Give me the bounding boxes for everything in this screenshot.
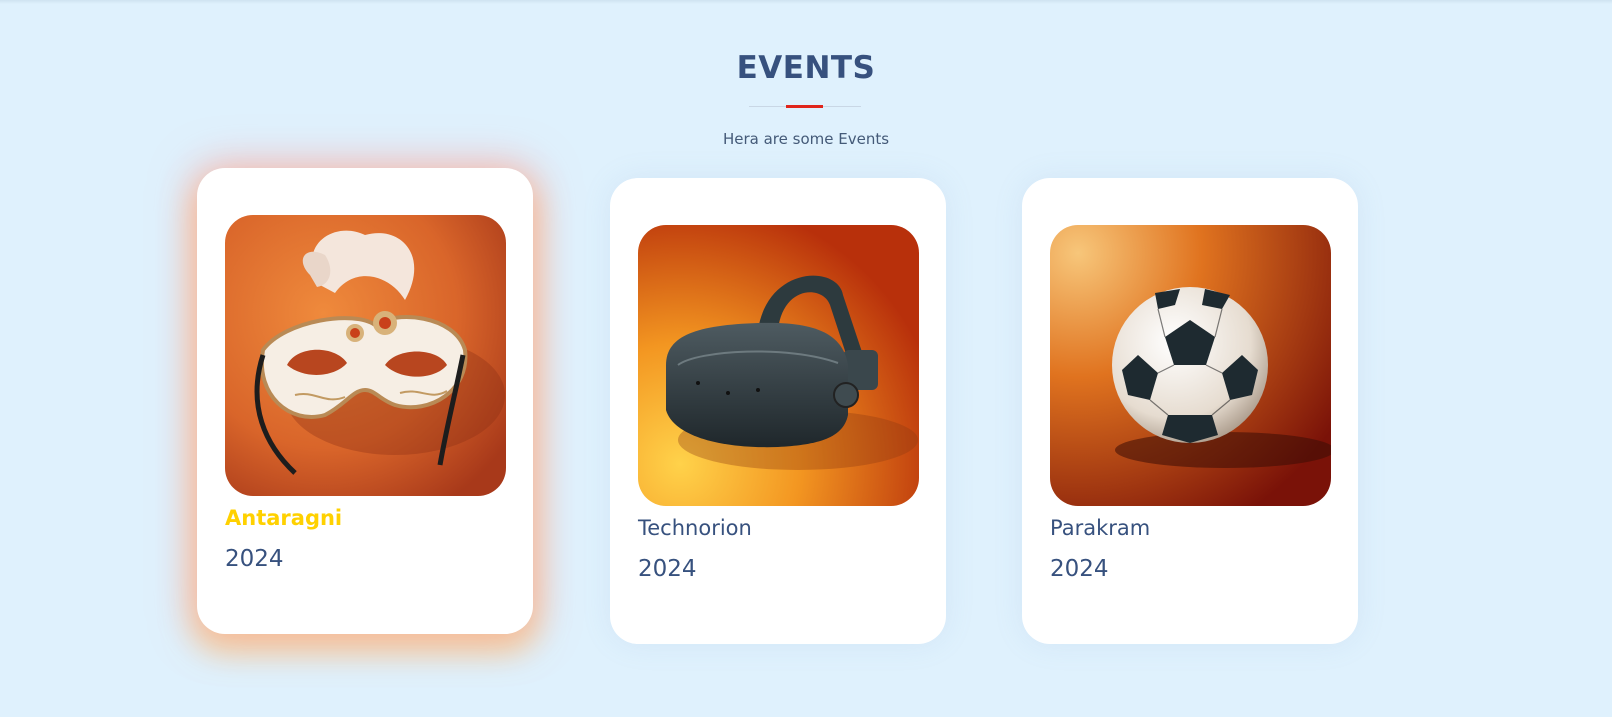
event-name[interactable]: Parakram (1050, 516, 1150, 540)
soccer-ball-icon (1050, 225, 1331, 506)
event-card-antaragni[interactable]: Antaragni 2024 (197, 168, 533, 634)
event-card-parakram[interactable]: Parakram 2024 (1022, 178, 1358, 644)
carnival-mask-icon (225, 215, 506, 496)
event-year: 2024 (225, 546, 284, 572)
section-subtitle: Hera are some Events (722, 130, 890, 148)
event-year: 2024 (638, 556, 697, 582)
section-title: EVENTS (736, 50, 876, 86)
vr-headset-icon (638, 225, 919, 506)
event-card-technorion[interactable]: Technorion 2024 (610, 178, 946, 644)
event-name[interactable]: Technorion (638, 516, 752, 540)
title-accent-bar (786, 105, 823, 108)
event-name[interactable]: Antaragni (225, 506, 342, 530)
event-year: 2024 (1050, 556, 1109, 582)
top-bar (0, 0, 1612, 4)
